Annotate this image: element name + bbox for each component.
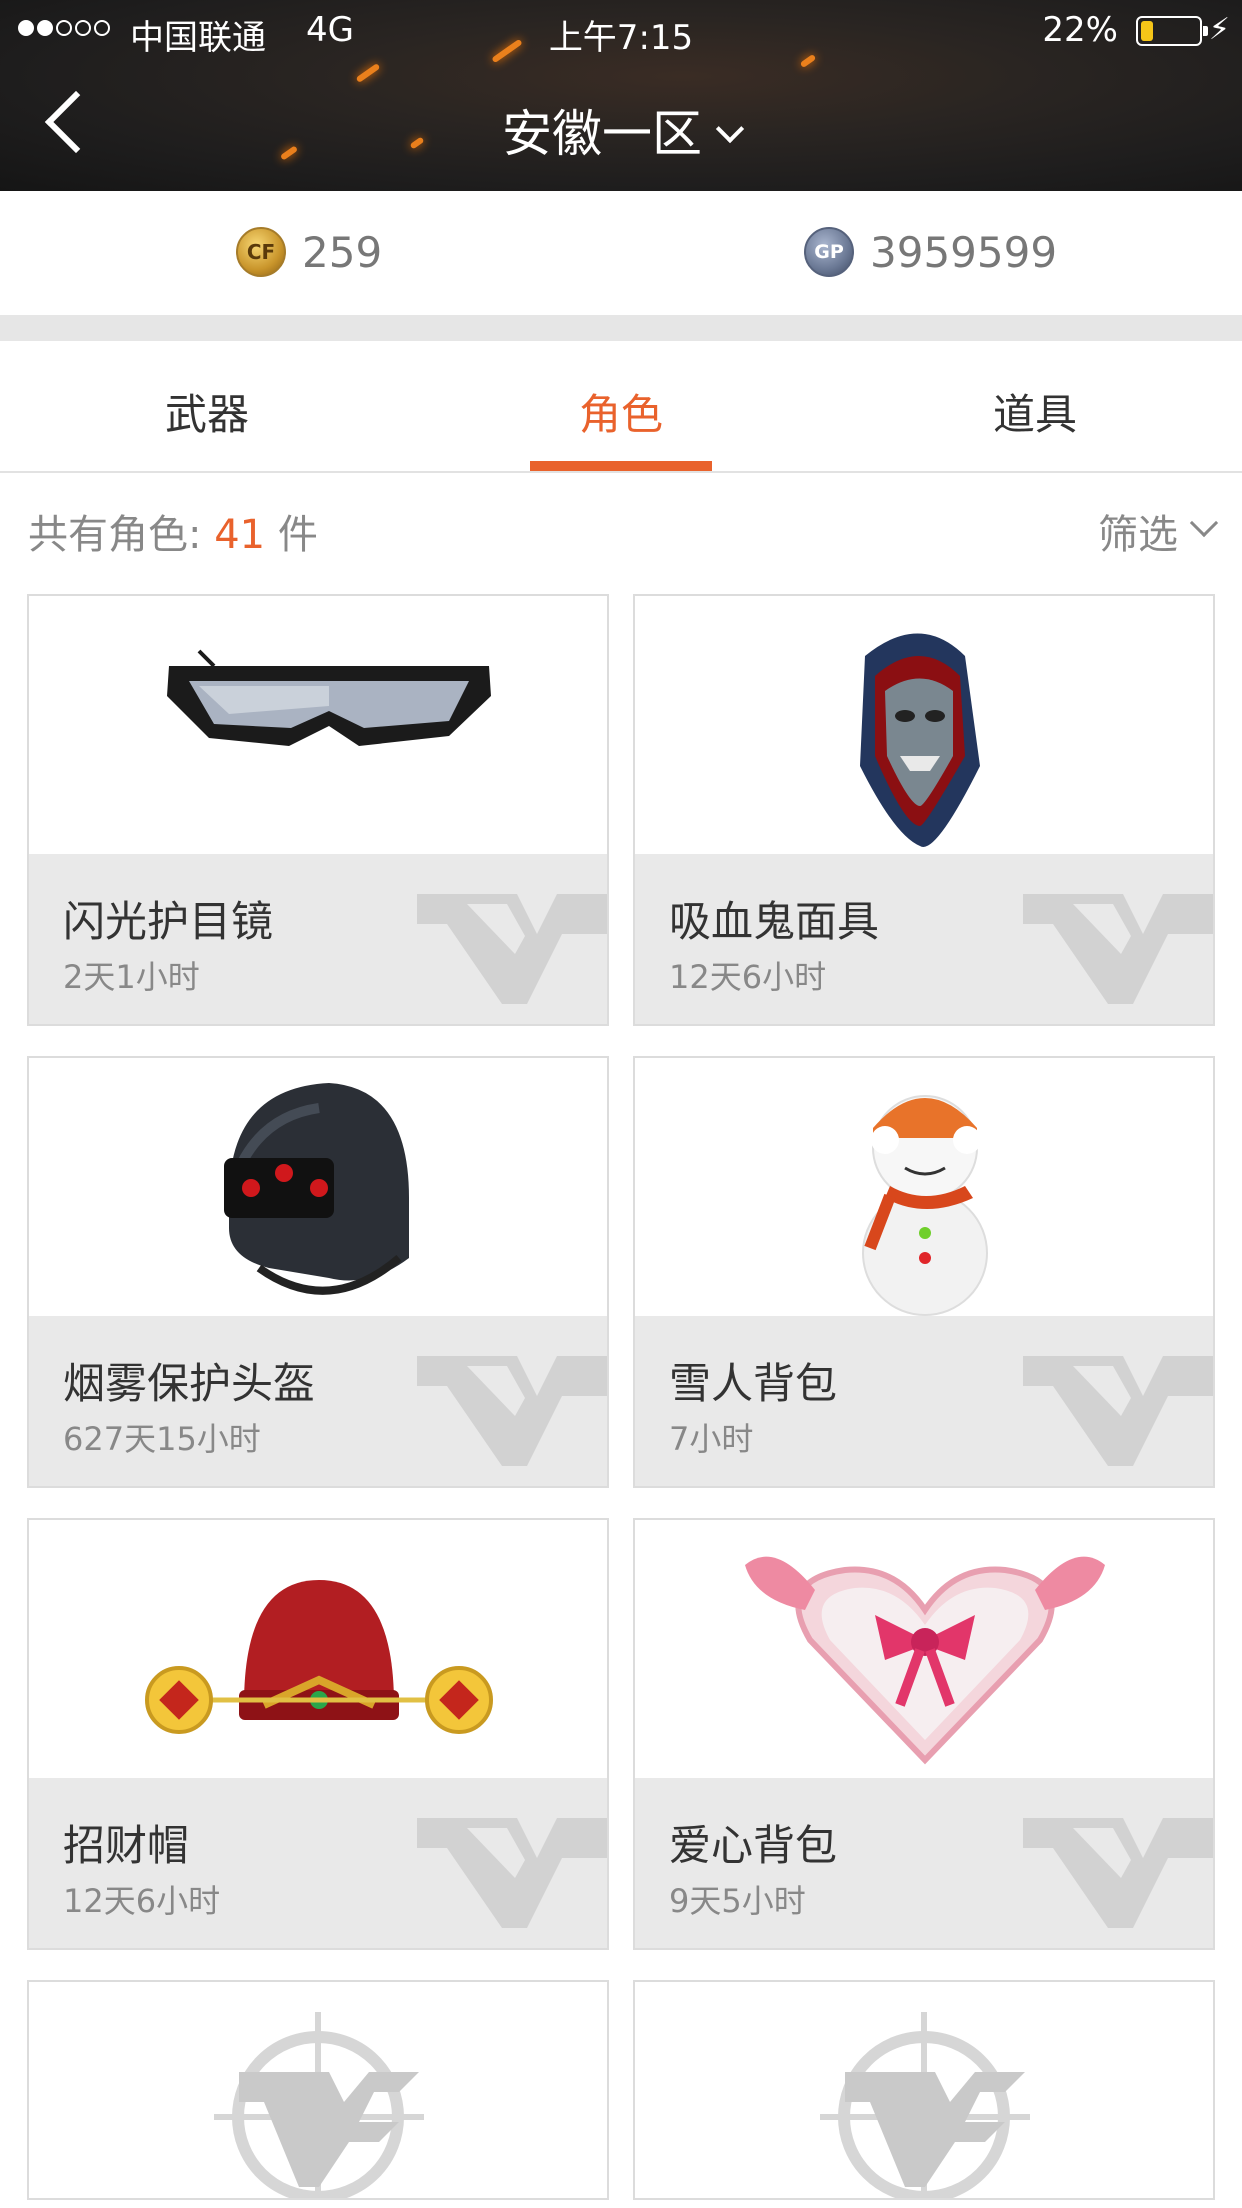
gp-icon: GP: [804, 227, 854, 277]
item-card[interactable]: 雪人背包 7小时: [633, 1056, 1215, 1488]
heart-backpack-icon: [745, 1556, 1105, 1765]
item-name: 闪光护目镜: [63, 897, 274, 946]
item-card-placeholder[interactable]: [633, 1980, 1215, 2200]
item-info: 闪光护目镜 2天1小时: [29, 854, 607, 1024]
battery-icon: [1136, 16, 1208, 46]
item-card[interactable]: 烟雾保护头盔 627天15小时: [27, 1056, 609, 1488]
count-unit: 件: [277, 512, 318, 558]
item-card[interactable]: 爱心背包 9天5小时: [633, 1518, 1215, 1950]
cf-coin-icon: CF: [236, 227, 286, 277]
cf-logo-watermark-icon: [1013, 1336, 1213, 1476]
snowman-icon: [862, 1095, 988, 1316]
item-name: 爱心背包: [669, 1821, 838, 1870]
item-name: 吸血鬼面具: [669, 897, 880, 946]
item-info: 爱心背包 9天5小时: [635, 1778, 1213, 1948]
item-info: 雪人背包 7小时: [635, 1316, 1213, 1486]
item-image: [635, 596, 1213, 854]
item-image: [29, 596, 607, 854]
filter-label: 筛选: [1098, 512, 1178, 558]
cf-logo-placeholder-icon: [214, 2012, 424, 2198]
cf-logo-watermark-icon: [407, 1336, 607, 1476]
item-image: [29, 1520, 607, 1778]
count-label: 共有角色:: [28, 512, 202, 558]
item-duration: 9天5小时: [669, 1882, 806, 1920]
filter-button[interactable]: 筛选: [1098, 502, 1219, 560]
active-tab-indicator: [530, 461, 712, 471]
chevron-down-icon: [1189, 508, 1219, 538]
cf-logo-watermark-icon: [1013, 874, 1213, 1014]
item-card[interactable]: 闪光护目镜 2天1小时: [27, 594, 609, 1026]
status-bar: 中国联通 4G 上午7:15 22% ⚡: [0, 0, 1242, 62]
item-name: 烟雾保护头盔: [63, 1359, 316, 1408]
count-value: 41: [214, 512, 266, 558]
cf-logo-watermark-icon: [407, 874, 607, 1014]
cf-coin-balance: CF 259: [236, 227, 382, 277]
item-image: [635, 1058, 1213, 1316]
currency-bar: CF 259 GP 3959599: [0, 191, 1242, 315]
spark-decoration: [355, 63, 381, 83]
item-duration: 12天6小时: [63, 1882, 221, 1920]
helmet-icon: [224, 1083, 409, 1295]
fortune-hat-icon: [145, 1580, 493, 1734]
item-info: 烟雾保护头盔 627天15小时: [29, 1316, 607, 1486]
item-card-placeholder[interactable]: [27, 1980, 609, 2200]
tab-weapons[interactable]: 武器: [107, 381, 307, 442]
cf-logo-placeholder-icon: [820, 2012, 1030, 2198]
item-info: 吸血鬼面具 12天6小时: [635, 854, 1213, 1024]
category-tabs: 武器 角色 道具: [0, 341, 1242, 473]
item-duration: 7小时: [669, 1420, 754, 1458]
tab-items[interactable]: 道具: [935, 381, 1135, 442]
gp-value: 3959599: [870, 227, 1058, 277]
cf-logo-watermark-icon: [407, 1798, 607, 1938]
cf-coin-value: 259: [302, 227, 383, 277]
item-name: 雪人背包: [669, 1359, 838, 1408]
server-selector[interactable]: 安徽一区: [0, 94, 1242, 166]
vampire-mask-icon: [860, 633, 980, 847]
server-name: 安徽一区: [502, 105, 702, 163]
item-duration: 627天15小时: [63, 1420, 261, 1458]
item-count-summary: 共有角色: 41 件: [28, 502, 318, 560]
gp-balance: GP 3959599: [804, 227, 1057, 277]
tab-characters[interactable]: 角色: [521, 381, 721, 442]
item-info: 招财帽 12天6小时: [29, 1778, 607, 1948]
section-divider: [0, 315, 1242, 341]
chevron-down-icon: [715, 114, 745, 144]
battery-percentage: 22%: [1042, 10, 1118, 50]
item-image: [29, 1058, 607, 1316]
item-card[interactable]: 吸血鬼面具 12天6小时: [633, 594, 1215, 1026]
goggles-icon: [167, 649, 491, 746]
cf-logo-watermark-icon: [1013, 1798, 1213, 1938]
app-header: 中国联通 4G 上午7:15 22% ⚡ 安徽一区: [0, 0, 1242, 191]
item-image: [635, 1520, 1213, 1778]
item-card[interactable]: 招财帽 12天6小时: [27, 1518, 609, 1950]
charging-icon: ⚡: [1208, 12, 1230, 47]
item-name: 招财帽: [63, 1821, 190, 1870]
item-duration: 12天6小时: [669, 958, 827, 996]
item-duration: 2天1小时: [63, 958, 200, 996]
